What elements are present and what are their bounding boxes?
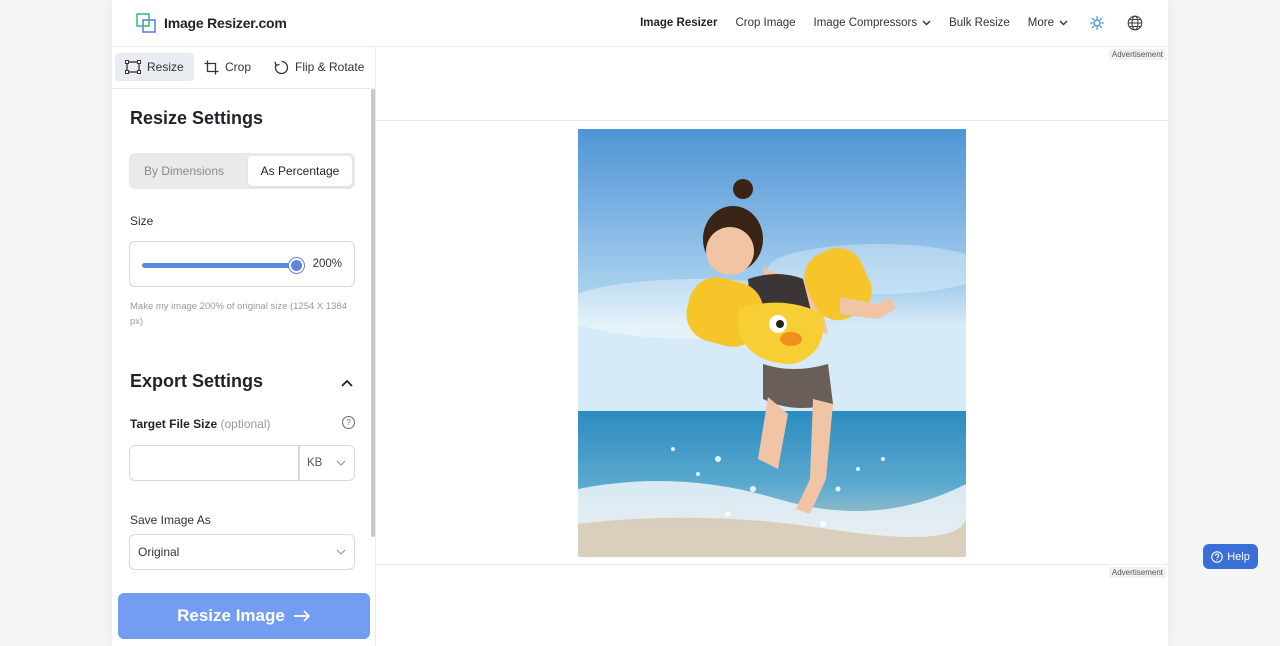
size-slider-thumb[interactable] [289, 258, 304, 273]
nav-bulk-resize[interactable]: Bulk Resize [949, 17, 1010, 29]
unit-select[interactable]: KB [299, 445, 355, 481]
chevron-up-icon [341, 379, 353, 387]
resize-image-button[interactable]: Resize Image [118, 593, 370, 639]
tab-resize[interactable]: Resize [115, 53, 194, 81]
help-button[interactable]: Help [1203, 544, 1258, 569]
format-select[interactable]: Original [129, 534, 355, 570]
tool-tabs: Resize Crop Flip & Rotate [112, 47, 376, 89]
image-preview [578, 129, 966, 557]
target-size-label: Target File Size (optional) [130, 417, 271, 431]
sidebar-scrollbar[interactable] [371, 89, 375, 537]
chevron-down-icon [922, 20, 931, 26]
nav-label: Crop Image [735, 17, 796, 29]
help-label: Help [1227, 550, 1250, 563]
main-nav: Image Resizer Crop Image Image Compresso… [622, 0, 1168, 46]
nav-label: More [1027, 17, 1054, 29]
export-settings-title: Export Settings [130, 371, 264, 391]
crop-icon [204, 60, 219, 74]
logo-text: Image Resizer.com [164, 15, 287, 31]
nav-label: Image Resizer [640, 17, 718, 29]
unit-value: KB [307, 457, 323, 469]
settings-sidebar: Resize Crop Flip & Rotate Resize Setting… [112, 47, 376, 646]
resize-button-label: Resize Image [177, 606, 285, 625]
tab-label: Flip & Rotate [295, 60, 365, 74]
size-slider-track[interactable] [142, 263, 297, 268]
tab-label: Resize [147, 60, 184, 74]
ad-slot-top: Advertisement [376, 47, 1168, 121]
nav-image-resizer[interactable]: Image Resizer [640, 17, 717, 29]
mode-by-dimensions[interactable]: By Dimensions [132, 156, 236, 186]
size-hint: Make my image 200% of original size (125… [130, 301, 348, 327]
tab-label: Crop [225, 60, 252, 74]
tab-flip-rotate[interactable]: Flip & Rotate [264, 53, 374, 81]
save-as-label: Save Image As [130, 513, 211, 527]
tab-crop[interactable]: Crop [194, 53, 261, 81]
language-button[interactable] [1126, 14, 1144, 32]
nav-crop-image[interactable]: Crop Image [735, 17, 795, 29]
ad-label: Advertisement [1108, 567, 1166, 578]
app-window: Image Resizer.com Image Resizer Crop Ima… [112, 0, 1168, 646]
target-size-text: Target File Size [130, 417, 218, 431]
help-circle-icon [1211, 550, 1223, 563]
chevron-down-icon [1059, 20, 1068, 26]
nav-label: Bulk Resize [949, 17, 1010, 29]
size-label: Size [130, 214, 154, 228]
resize-settings-title: Resize Settings [130, 108, 264, 128]
format-value: Original [138, 545, 180, 559]
chevron-down-icon [336, 549, 346, 555]
logo-icon [136, 13, 156, 33]
nav-image-compressors[interactable]: Image Compressors [814, 17, 932, 29]
ad-label: Advertisement [1108, 49, 1166, 60]
ad-slot-bottom: Advertisement [376, 564, 1168, 646]
arrow-right-icon [293, 610, 311, 622]
top-header: Image Resizer.com Image Resizer Crop Ima… [112, 0, 1168, 47]
target-size-input[interactable] [129, 445, 299, 481]
sun-icon [1090, 16, 1104, 30]
mode-toggle: By Dimensions As Percentage [129, 153, 355, 189]
size-value: 200% [312, 258, 342, 270]
optional-text: (optional) [220, 417, 271, 431]
nav-label: Image Compressors [813, 17, 918, 29]
rotate-icon [274, 60, 289, 74]
logo[interactable]: Image Resizer.com [136, 13, 287, 33]
mode-as-percentage[interactable]: As Percentage [248, 156, 352, 186]
collapse-export-button[interactable] [341, 374, 357, 387]
size-slider-box: 200% [129, 241, 355, 287]
globe-icon [1127, 15, 1143, 31]
chevron-down-icon [336, 460, 346, 466]
resize-icon [125, 60, 141, 74]
theme-toggle-button[interactable] [1088, 14, 1106, 32]
nav-more[interactable]: More [1028, 17, 1068, 29]
preview-area: Advertisement Advertisement [376, 47, 1168, 646]
help-circle-icon[interactable]: ? [342, 416, 355, 429]
